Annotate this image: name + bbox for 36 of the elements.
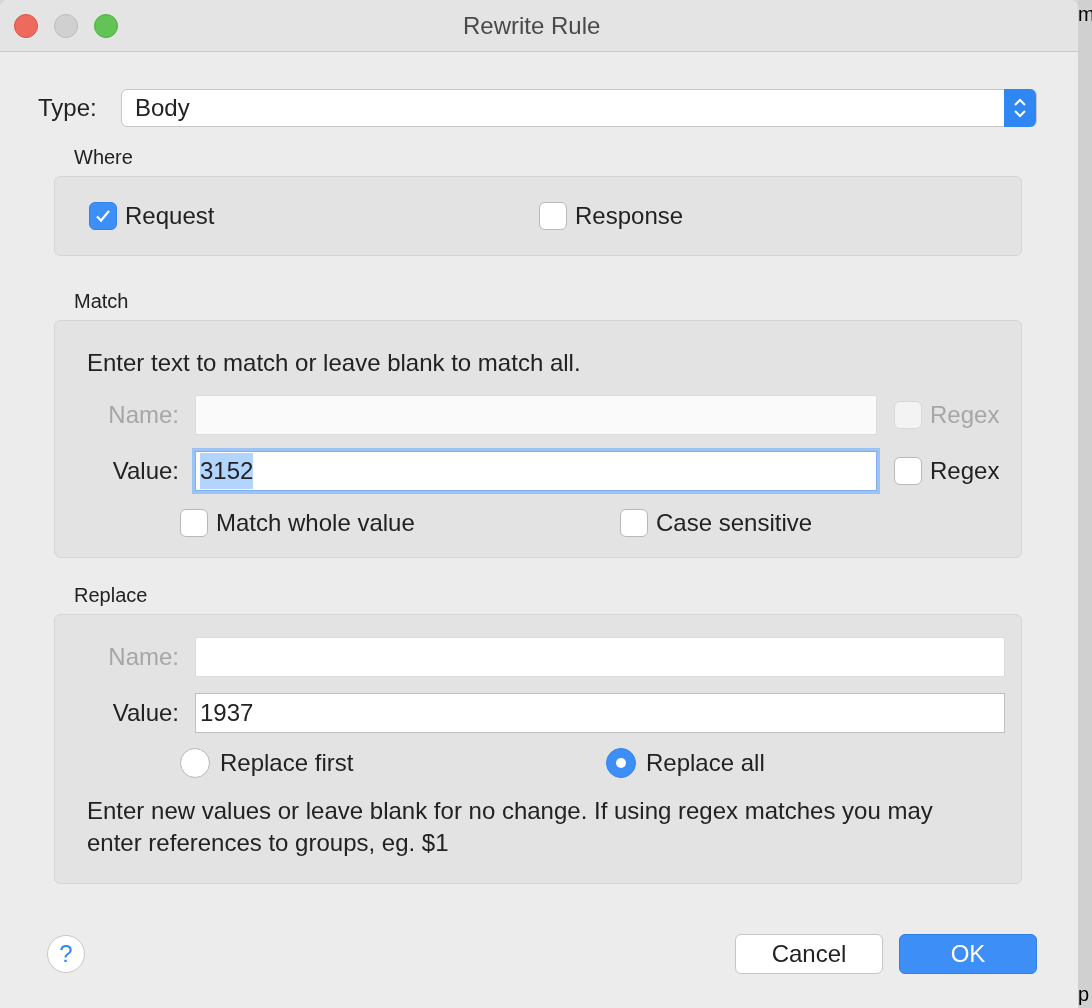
radio-label: Replace first — [220, 748, 354, 778]
type-label: Type: — [38, 93, 98, 123]
help-icon[interactable]: ? — [47, 935, 85, 973]
note-text: Enter new values or leave blank for no change. If using regex matches you may enter references to groups, eg. $1 — [87, 796, 934, 858]
background-text: p — [1078, 982, 1091, 1007]
checkbox-label: Request — [125, 201, 215, 231]
group-title: Match — [74, 289, 130, 314]
field-label: Value: — [111, 456, 180, 486]
checkbox[interactable] — [89, 202, 117, 230]
radio-button[interactable] — [180, 748, 210, 778]
window-title: Rewrite Rule — [463, 10, 601, 41]
checkbox[interactable] — [894, 457, 922, 485]
type-select[interactable]: Body — [121, 89, 1037, 127]
close-icon[interactable] — [14, 13, 38, 38]
checkbox[interactable] — [539, 202, 567, 230]
checkbox-label: Case sensitive — [656, 508, 813, 538]
group-title: Where — [74, 145, 134, 170]
field-label: Name: — [107, 642, 180, 672]
cancel-button[interactable]: Cancel — [735, 934, 883, 974]
checkbox-label: Regex — [930, 456, 1000, 486]
checkbox-label: Match whole value — [216, 508, 415, 538]
radio-label: Replace all — [646, 748, 765, 778]
checkbox[interactable] — [180, 509, 208, 537]
radio-button[interactable] — [606, 748, 636, 778]
hint-text: Enter text to match or leave blank to match all. — [87, 348, 582, 378]
group-title: Replace — [74, 583, 149, 608]
stepper-icon — [1004, 89, 1036, 127]
checkbox-label: Regex — [930, 400, 1000, 430]
checkbox[interactable] — [620, 509, 648, 537]
field-label: Name: — [107, 400, 180, 430]
field-label: Value: — [111, 698, 180, 728]
minimize-icon[interactable] — [54, 13, 78, 38]
maximize-icon[interactable] — [94, 13, 118, 38]
text-field[interactable]: 1937 — [195, 693, 1005, 733]
checkbox-label: Response — [575, 201, 684, 231]
text-field[interactable]: 3152 — [195, 451, 877, 491]
